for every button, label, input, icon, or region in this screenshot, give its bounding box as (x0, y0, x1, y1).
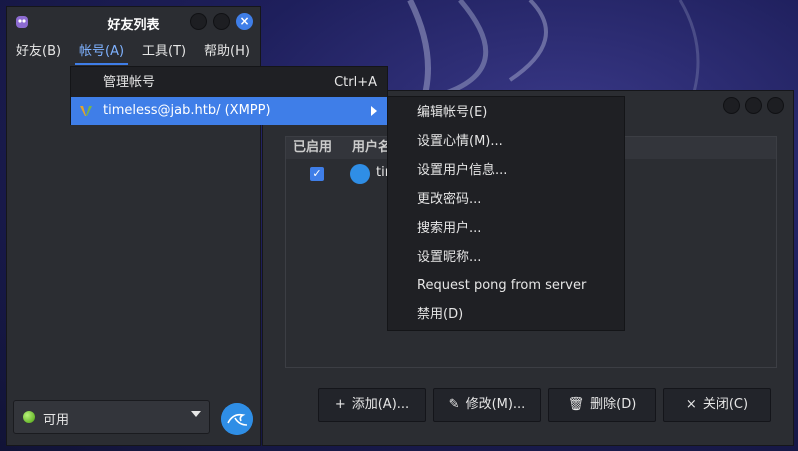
menu-buddies[interactable]: 好友(B) (12, 39, 65, 65)
add-account-label: 添加(A)... (351, 397, 410, 412)
set-mood-item[interactable]: 设置心情(M)... (417, 128, 503, 156)
menu-help[interactable]: 帮助(H) (200, 39, 254, 65)
manage-accounts-item[interactable]: 管理帐号 Ctrl+A (71, 69, 387, 97)
column-username[interactable]: 用户名 (352, 137, 391, 159)
disable-account-item[interactable]: 禁用(D) (417, 301, 463, 329)
minimize-button[interactable] (723, 97, 740, 114)
account-item-timeless[interactable]: timeless@jab.htb/ (XMPP) (71, 97, 387, 125)
menu-accounts[interactable]: 帐号(A) (75, 39, 129, 65)
account-avatar-icon (350, 164, 370, 184)
search-users-item[interactable]: 搜索用户... (417, 215, 481, 243)
edit-account-item[interactable]: 编辑帐号(E) (417, 99, 487, 127)
xmpp-icon (80, 106, 92, 116)
set-user-info-item[interactable]: 设置用户信息... (417, 157, 507, 185)
delete-account-label: 删除(D) (590, 397, 637, 412)
dialog-close-button[interactable] (767, 97, 784, 114)
buddy-icon-avatar[interactable] (221, 403, 253, 435)
minimize-button[interactable] (190, 13, 207, 30)
change-password-item[interactable]: 更改密码... (417, 186, 481, 214)
close-icon: × (685, 397, 697, 412)
maximize-button[interactable] (745, 97, 762, 114)
modify-account-button[interactable]: ✎ 修改(M)... (433, 388, 541, 422)
trash-icon: 🗑 (567, 397, 585, 412)
chevron-right-icon (371, 106, 377, 116)
delete-account-button[interactable]: 🗑 删除(D) (548, 388, 656, 422)
set-nickname-item[interactable]: 设置昵称... (417, 244, 481, 272)
plus-icon: + (334, 397, 346, 412)
add-account-button[interactable]: + 添加(A)... (318, 388, 426, 422)
accounts-menu: 管理帐号 Ctrl+A timeless@jab.htb/ (XMPP) (70, 66, 388, 125)
account-item-label: timeless@jab.htb/ (XMPP) (103, 103, 271, 118)
account-submenu: 编辑帐号(E) 设置心情(M)... 设置用户信息... 更改密码... 搜索用… (387, 96, 625, 331)
enabled-checkbox[interactable]: ✓ (310, 167, 324, 181)
status-label: 可用 (43, 413, 70, 428)
edit-icon: ✎ (448, 397, 460, 412)
manage-accounts-shortcut: Ctrl+A (334, 75, 377, 90)
available-status-icon (23, 411, 35, 423)
request-pong-item[interactable]: Request pong from server (417, 272, 586, 300)
close-dialog-button[interactable]: × 关闭(C) (663, 388, 771, 422)
menu-bar: 好友(B) 帐号(A) 工具(T) 帮助(H) (7, 39, 260, 65)
manage-accounts-label: 管理帐号 (103, 75, 156, 90)
close-button[interactable]: × (236, 13, 253, 30)
chevron-down-icon (191, 411, 201, 417)
column-enabled[interactable]: 已启用 (293, 137, 332, 159)
modify-account-label: 修改(M)... (465, 397, 526, 412)
close-dialog-label: 关闭(C) (702, 397, 749, 412)
menu-tools[interactable]: 工具(T) (138, 39, 190, 65)
title-bar[interactable]: 好友列表 × (7, 7, 260, 37)
maximize-button[interactable] (213, 13, 230, 30)
status-selector[interactable]: 可用 (13, 400, 210, 434)
